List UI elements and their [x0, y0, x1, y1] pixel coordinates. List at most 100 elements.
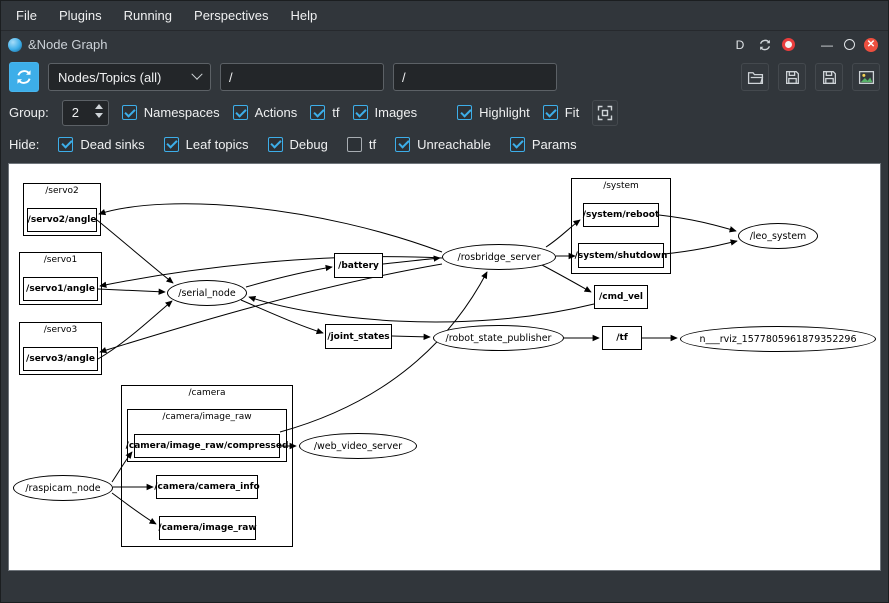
- detach-button[interactable]: D: [732, 37, 748, 53]
- edge-/system/shutdown-to-/leo_system: [664, 241, 737, 254]
- minimize-button[interactable]: —: [819, 37, 835, 53]
- hide-label: Hide:: [9, 137, 39, 152]
- edge-/rosbridge_server-to-/servo1/angle: [100, 257, 442, 286]
- rosnode-n___rviz_1577805961879352296[interactable]: n___rviz_1577805961879352296: [680, 326, 876, 352]
- edge-/rosbridge_server-to-/system/reboot: [546, 220, 580, 247]
- rosnode-/rosbridge_server[interactable]: /rosbridge_server: [442, 244, 556, 270]
- display-options-row: Group: 2 NamespacesActionstfImagesHighli…: [1, 96, 888, 129]
- filter-input-2[interactable]: [393, 63, 557, 91]
- topic-/servo2/angle[interactable]: /servo2/angle: [27, 208, 97, 232]
- checked-icon[interactable]: [233, 105, 248, 120]
- menu-perspectives[interactable]: Perspectives: [183, 3, 279, 28]
- menu-help[interactable]: Help: [279, 3, 328, 28]
- checked-icon[interactable]: [457, 105, 472, 120]
- checkbox-fit[interactable]: Fit: [543, 105, 579, 120]
- checked-icon[interactable]: [310, 105, 325, 120]
- checkbox-images[interactable]: Images: [353, 105, 418, 120]
- checkbox-label: Fit: [565, 105, 579, 120]
- topic-/tf[interactable]: /tf: [602, 326, 642, 350]
- topic-/camera/image_raw[interactable]: /camera/image_raw: [159, 516, 256, 540]
- rqt-window: FilePluginsRunningPerspectivesHelp &Node…: [1, 1, 888, 592]
- image-icon: [858, 69, 875, 86]
- checkbox-params[interactable]: Params: [510, 137, 577, 152]
- topic-/battery[interactable]: /battery: [334, 253, 383, 278]
- rosnode-/robot_state_publisher[interactable]: /robot_state_publisher: [433, 325, 564, 351]
- save-dot-button[interactable]: [778, 63, 806, 91]
- checkbox-label: Unreachable: [417, 137, 491, 152]
- checked-icon[interactable]: [395, 137, 410, 152]
- menu-running[interactable]: Running: [113, 3, 183, 28]
- checkbox-label: Leaf topics: [186, 137, 249, 152]
- group-value: 2: [72, 105, 79, 120]
- edge-/raspicam_node-to-/camera/image_raw: [112, 493, 156, 524]
- spinner-arrows-icon[interactable]: [95, 104, 103, 118]
- dock-title: &Node Graph: [28, 37, 108, 52]
- checked-icon[interactable]: [164, 137, 179, 152]
- save-icon: [784, 69, 801, 86]
- checkbox-highlight[interactable]: Highlight: [457, 105, 530, 120]
- edge-/rosbridge_server-to-/servo2/angle: [99, 204, 442, 252]
- checkbox-unreachable[interactable]: Unreachable: [395, 137, 491, 152]
- refresh-graph-button[interactable]: [9, 62, 39, 92]
- checkbox-label: Dead sinks: [80, 137, 144, 152]
- topic-/servo3/angle[interactable]: /servo3/angle: [23, 347, 98, 371]
- unchecked-icon[interactable]: [347, 137, 362, 152]
- checked-icon[interactable]: [543, 105, 558, 120]
- restore-button[interactable]: [844, 39, 855, 50]
- menu-file[interactable]: File: [5, 3, 48, 28]
- fit-in-view-icon: [597, 105, 613, 121]
- checked-icon[interactable]: [353, 105, 368, 120]
- graph-toolbar: Nodes/Topics (all): [1, 58, 888, 96]
- graph-type-select[interactable]: Nodes/Topics (all): [48, 63, 211, 91]
- help-icon[interactable]: [782, 38, 795, 51]
- checkbox-tf[interactable]: tf: [310, 105, 339, 120]
- checked-icon[interactable]: [268, 137, 283, 152]
- edge-/servo1/angle-to-/serial_node: [98, 289, 165, 292]
- topic-/servo1/angle[interactable]: /servo1/angle: [23, 277, 98, 301]
- filter-input-1[interactable]: [220, 63, 384, 91]
- checkbox-actions[interactable]: Actions: [233, 105, 298, 120]
- checkbox-tf[interactable]: tf: [347, 137, 376, 152]
- checkbox-leaf-topics[interactable]: Leaf topics: [164, 137, 249, 152]
- close-button[interactable]: ✕: [864, 38, 878, 52]
- checked-icon[interactable]: [510, 137, 525, 152]
- checkbox-label: Highlight: [479, 105, 530, 120]
- group-spinner[interactable]: 2: [62, 100, 109, 126]
- checkbox-label: Params: [532, 137, 577, 152]
- topic-/joint_states[interactable]: /joint_states: [325, 324, 392, 349]
- reload-plugin-icon[interactable]: [757, 37, 773, 53]
- rosnode-/web_video_server[interactable]: /web_video_server: [299, 433, 417, 459]
- topic-/camera/image_raw/compressed[interactable]: /camera/image_raw/compressed: [134, 434, 280, 458]
- checked-icon[interactable]: [58, 137, 73, 152]
- checkbox-namespaces[interactable]: Namespaces: [122, 105, 220, 120]
- load-dot-button[interactable]: [741, 63, 769, 91]
- edge-/raspicam_node-to-/camera/image_raw/compressed: [112, 452, 132, 482]
- graph-canvas[interactable]: /servo2/servo1/servo3/system/camera/came…: [8, 163, 881, 571]
- checkbox-label: Images: [375, 105, 418, 120]
- topic-/cmd_vel[interactable]: /cmd_vel: [594, 285, 648, 309]
- edge-/servo3/angle-to-/serial_node: [98, 301, 172, 359]
- topic-/system/shutdown[interactable]: /system/shutdown: [578, 243, 664, 268]
- graph-type-value: Nodes/Topics (all): [58, 70, 161, 85]
- dock-buttons: D — ✕: [732, 37, 878, 53]
- edge-/cmd_vel-to-/serial_node: [249, 297, 594, 322]
- checkbox-debug[interactable]: Debug: [268, 137, 328, 152]
- save-image-button[interactable]: [852, 63, 880, 91]
- hide-checkboxes: Dead sinks Leaf topics Debug tf Unreachable P…: [58, 137, 576, 152]
- edge-/servo2/angle-to-/serial_node: [97, 220, 173, 283]
- rosnode-/raspicam_node[interactable]: /raspicam_node: [13, 475, 113, 501]
- menu-plugins[interactable]: Plugins: [48, 3, 113, 28]
- topic-/camera/camera_info[interactable]: /camera/camera_info: [156, 475, 258, 499]
- edge-/system/reboot-to-/leo_system: [659, 215, 736, 231]
- rosnode-/leo_system[interactable]: /leo_system: [738, 223, 818, 249]
- refresh-icon: [15, 68, 33, 86]
- node-graph-icon: [8, 38, 22, 52]
- save-svg-button[interactable]: [815, 63, 843, 91]
- topic-/system/reboot[interactable]: /system/reboot: [583, 203, 659, 227]
- checkbox-label: tf: [369, 137, 376, 152]
- checkbox-dead-sinks[interactable]: Dead sinks: [58, 137, 144, 152]
- checked-icon[interactable]: [122, 105, 137, 120]
- edge-/joint_states-to-/robot_state_publisher: [392, 336, 430, 337]
- rosnode-/serial_node[interactable]: /serial_node: [167, 280, 247, 306]
- fit-in-view-button[interactable]: [592, 100, 618, 126]
